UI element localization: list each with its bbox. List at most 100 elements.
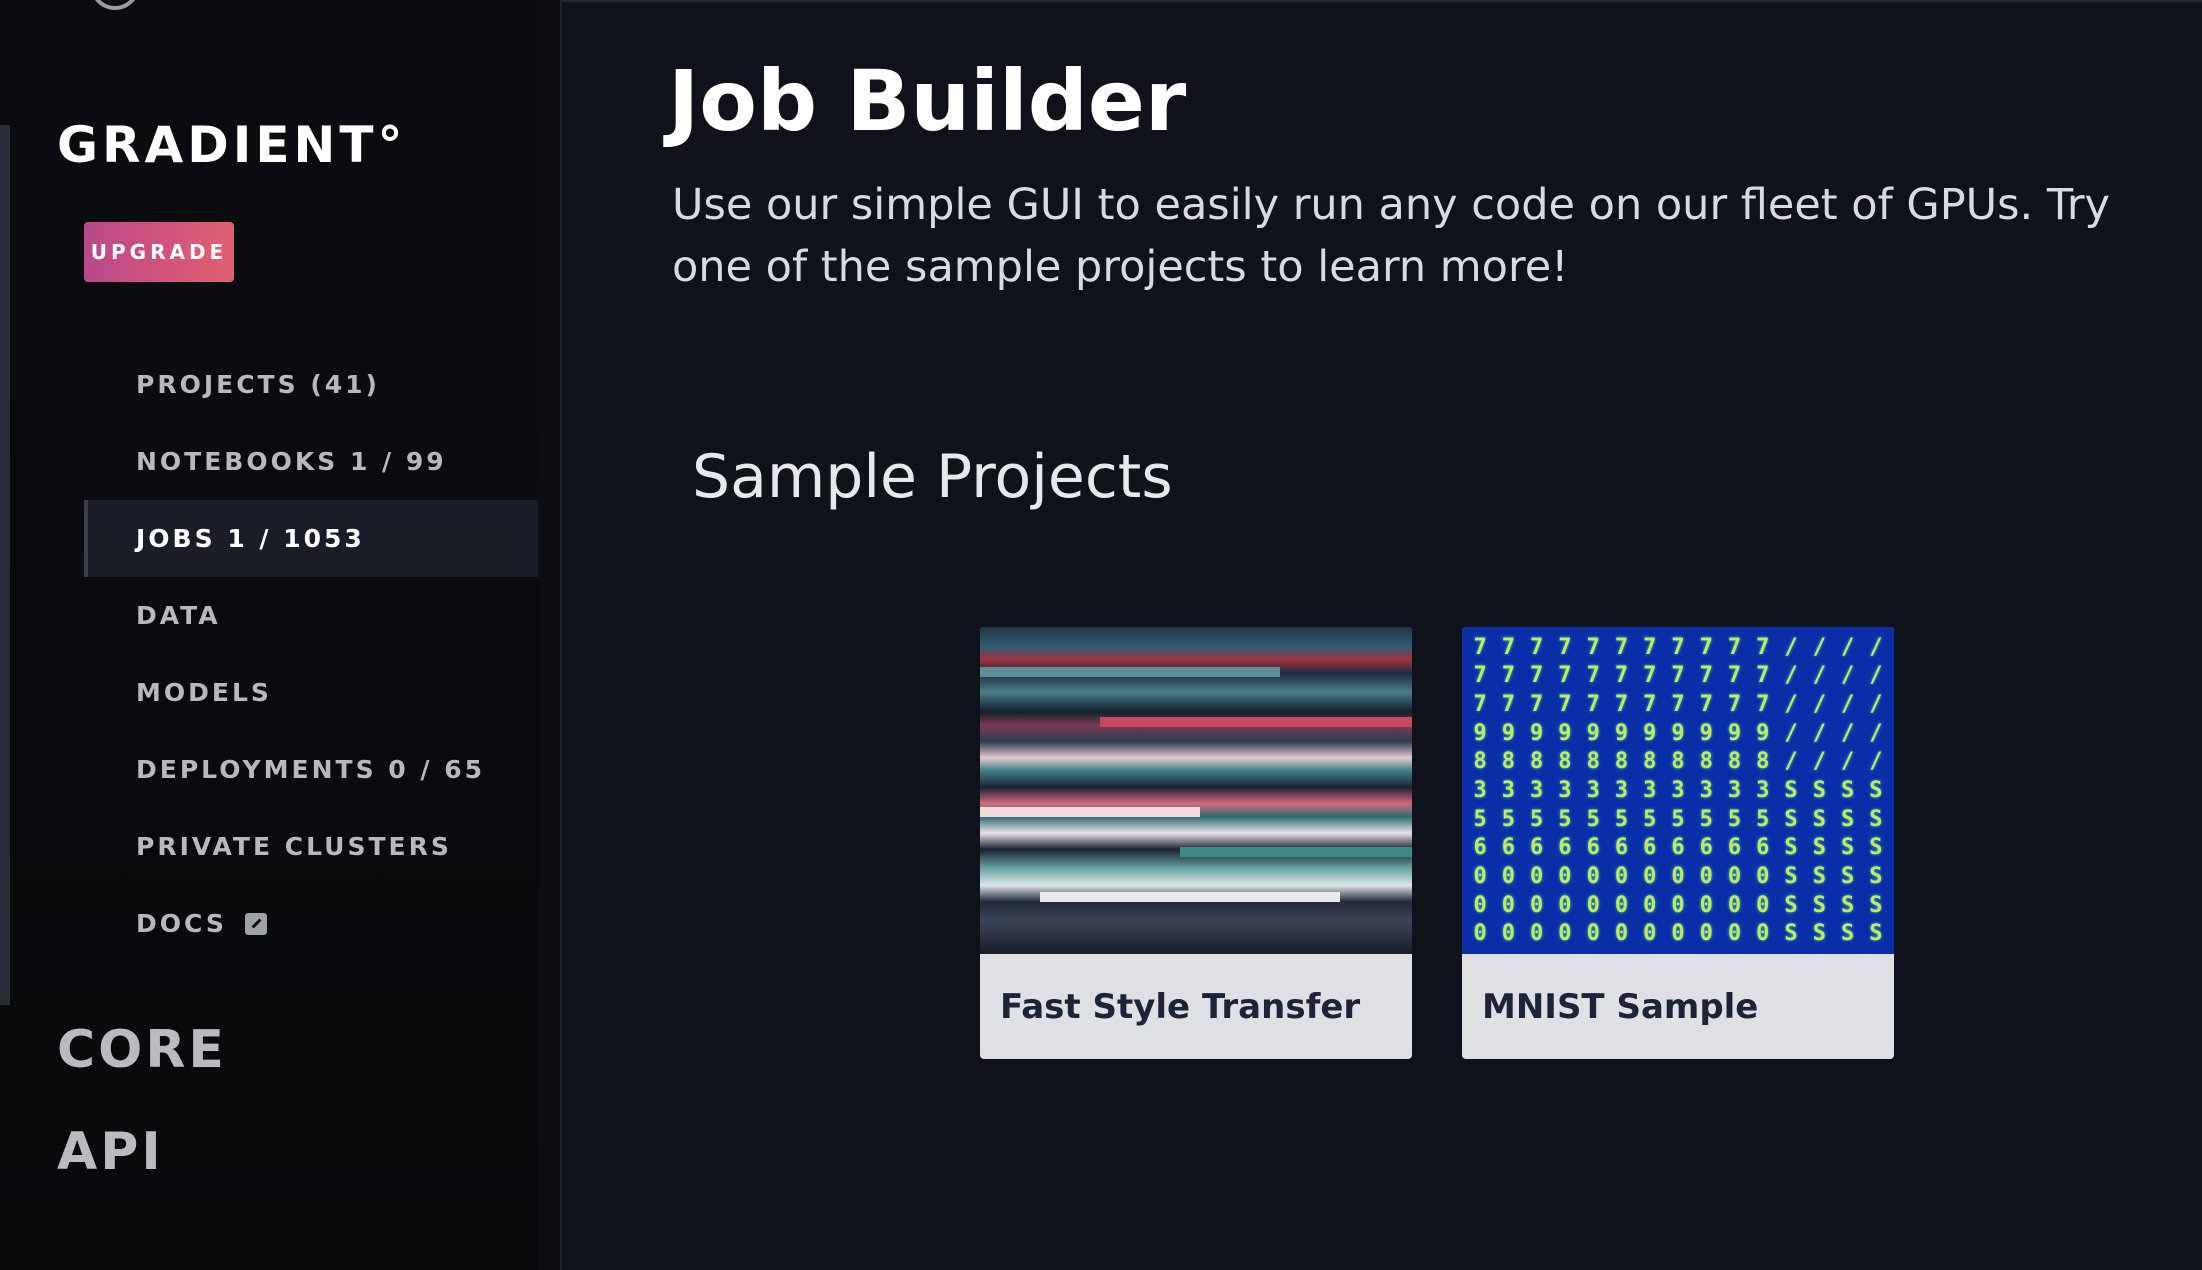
mnist-glyph: 3 (1558, 777, 1572, 803)
sidebar-item-projects[interactable]: PROJECTS (41) (84, 346, 538, 423)
mnist-glyph: 6 (1501, 835, 1516, 861)
mnist-glyph: 0 (1699, 921, 1713, 947)
mnist-glyph: 7 (1501, 692, 1516, 718)
mnist-glyph: 7 (1586, 634, 1600, 660)
mnist-glyph: 8 (1756, 749, 1770, 775)
mnist-glyph: 5 (1586, 806, 1600, 832)
mnist-glyph: 0 (1671, 892, 1685, 918)
sidebar-item-label: DOCS (136, 909, 227, 938)
mnist-glyph: 0 (1699, 892, 1713, 918)
sample-project-card-mnist[interactable]: 7 7 7 7 7 7 7 7 7 7 7// //7 7 7 7 7 7 7 7 7 7 7// //7 7 7 7 7 7 7 7 7 7… (1462, 627, 1894, 1059)
mnist-glyph: 0 (1501, 892, 1516, 918)
mnist-glyph: 7 (1473, 663, 1487, 689)
mnist-glyph: 7 (1558, 663, 1572, 689)
mnist-glyph: 9 (1558, 720, 1572, 746)
mnist-glyph: 7 (1501, 663, 1516, 689)
mnist-sample-thumbnail: 7 7 7 7 7 7 7 7 7 7 7// //7 7 7 7 7 7 7 7 7 7 7// //7 7 7 7 7 7 7 7 7 7… (1462, 627, 1894, 954)
mnist-glyph: 7 (1727, 663, 1742, 689)
mnist-glyph: 7 (1671, 692, 1685, 718)
mnist-glyph: S (1812, 892, 1826, 918)
mnist-glyph: 0 (1530, 863, 1544, 889)
mnist-glyph: 9 (1530, 720, 1544, 746)
mnist-glyph: 0 (1614, 921, 1629, 947)
mnist-glyph: S (1840, 806, 1855, 832)
mnist-glyph: 7 (1643, 692, 1657, 718)
mnist-glyph: 0 (1558, 863, 1572, 889)
glitch-streak (980, 807, 1200, 817)
mnist-glyph: 9 (1699, 720, 1713, 746)
mnist-glyph: / (1784, 663, 1798, 689)
mnist-glyph: 0 (1614, 892, 1629, 918)
sidebar-scrollbar[interactable] (0, 125, 10, 1005)
mnist-glyph: 0 (1501, 921, 1516, 947)
mnist-glyph: 6 (1530, 835, 1544, 861)
mnist-glyph: 0 (1586, 921, 1600, 947)
mnist-glyph: 7 (1530, 692, 1544, 718)
mnist-glyph: 6 (1727, 835, 1742, 861)
sidebar-item-notebooks[interactable]: NOTEBOOKS 1 / 99 (84, 423, 538, 500)
mnist-glyph: / (1812, 692, 1826, 718)
mnist-glyph: / (1840, 663, 1855, 689)
mnist-glyph: / (1869, 663, 1883, 689)
mnist-glyph: 3 (1501, 777, 1516, 803)
mnist-glyph: 7 (1756, 692, 1770, 718)
mnist-glyph: 3 (1473, 777, 1487, 803)
mnist-glyph: 7 (1671, 634, 1685, 660)
logo-ring-icon (90, 0, 140, 10)
sidebar-nav: PROJECTS (41) NOTEBOOKS 1 / 99 JOBS 1 / … (84, 346, 538, 962)
sidebar-item-docs[interactable]: DOCS (84, 885, 538, 962)
mnist-glyph: 6 (1473, 835, 1487, 861)
main-content: Job Builder Use our simple GUI to easily… (562, 0, 2202, 1270)
sidebar-item-private-clusters[interactable]: PRIVATE CLUSTERS (84, 808, 538, 885)
mnist-glyph: S (1869, 863, 1883, 889)
mnist-glyph: S (1840, 921, 1855, 947)
mnist-glyph: 6 (1614, 835, 1629, 861)
mnist-glyph: 7 (1643, 634, 1657, 660)
sidebar-item-jobs[interactable]: JOBS 1 / 1053 (84, 500, 538, 577)
mnist-glyph: 5 (1530, 806, 1544, 832)
mnist-glyph: / (1784, 720, 1798, 746)
upgrade-button[interactable]: UPGRADE (84, 222, 234, 282)
mnist-glyph: 5 (1643, 806, 1657, 832)
mnist-glyph: / (1812, 749, 1826, 775)
mnist-glyph: 0 (1756, 892, 1770, 918)
mnist-glyph: 0 (1530, 892, 1544, 918)
section-core[interactable]: CORE (57, 1020, 227, 1080)
mnist-glyph: 5 (1756, 806, 1770, 832)
mnist-glyph: 7 (1558, 634, 1572, 660)
sidebar-item-data[interactable]: DATA (84, 577, 538, 654)
mnist-glyph: / (1812, 634, 1826, 660)
mnist-glyph: 9 (1727, 720, 1742, 746)
mnist-glyph: S (1784, 863, 1798, 889)
mnist-glyph: S (1784, 806, 1798, 832)
mnist-glyph: 7 (1530, 634, 1544, 660)
mnist-glyph: 0 (1727, 863, 1742, 889)
mnist-glyph: 0 (1727, 921, 1742, 947)
mnist-glyph: 7 (1614, 692, 1629, 718)
brand-logo[interactable]: GRADIENT° (57, 116, 406, 174)
mnist-glyph: / (1840, 692, 1855, 718)
mnist-glyph: 0 (1727, 892, 1742, 918)
mnist-glyph: 0 (1643, 892, 1657, 918)
mnist-glyph: S (1840, 777, 1855, 803)
mnist-glyph: 0 (1643, 863, 1657, 889)
sidebar-item-label: PROJECTS (41) (136, 370, 380, 399)
sidebar-item-deployments[interactable]: DEPLOYMENTS 0 / 65 (84, 731, 538, 808)
mnist-glyph: 8 (1586, 749, 1600, 775)
mnist-glyph: S (1869, 892, 1883, 918)
sidebar-item-models[interactable]: MODELS (84, 654, 538, 731)
section-api[interactable]: API (57, 1122, 164, 1182)
mnist-glyph: 7 (1501, 634, 1516, 660)
mnist-glyph: S (1869, 835, 1883, 861)
mnist-glyph: 3 (1530, 777, 1544, 803)
mnist-glyph: 0 (1614, 863, 1629, 889)
mnist-glyph: S (1784, 921, 1798, 947)
sidebar-item-label: JOBS 1 / 1053 (136, 524, 365, 553)
mnist-glyph: 9 (1756, 720, 1770, 746)
glitch-streak (1100, 717, 1412, 727)
mnist-glyph: / (1869, 720, 1883, 746)
glitch-streak (1180, 847, 1412, 857)
mnist-glyph: / (1840, 749, 1855, 775)
sample-project-card-fast-style-transfer[interactable]: Fast Style Transfer (980, 627, 1412, 1059)
mnist-glyph: 7 (1473, 692, 1487, 718)
